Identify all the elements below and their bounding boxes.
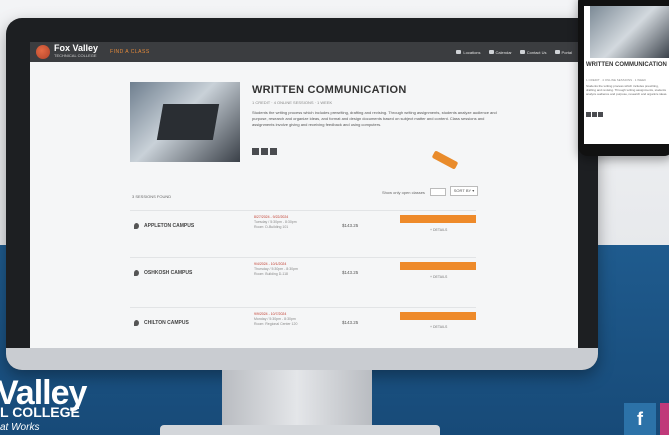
register-button[interactable] xyxy=(400,312,476,320)
monitor-chin xyxy=(6,348,598,370)
course-description: Students the writing process which inclu… xyxy=(252,110,497,127)
monitor-screen: Fox Valley TECHNICAL COLLEGE FIND A CLAS… xyxy=(30,42,578,364)
nav-item-portal[interactable]: Portal xyxy=(554,50,572,55)
location-icon xyxy=(456,50,462,54)
course-hero-image xyxy=(130,82,240,162)
phone-page-title: WRITTEN COMMUNICATION xyxy=(586,62,667,68)
details-link[interactable]: + DETAILS xyxy=(430,325,447,329)
logo-icon[interactable] xyxy=(36,45,50,59)
session-row: APPLETON CAMPUS 8/27/2024 - 9/22/2024 Tu… xyxy=(130,210,476,251)
register-button[interactable] xyxy=(400,262,476,270)
phone-course-description: Students the writing process which inclu… xyxy=(586,84,668,96)
map-pin-icon xyxy=(134,223,139,229)
page-title: WRITTEN COMMUNICATION xyxy=(252,84,407,96)
site-logo[interactable]: Fox Valley TECHNICAL COLLEGE xyxy=(54,44,98,60)
session-details: 9/4/2024 - 10/1/2024 Thursday / 5:30pm -… xyxy=(254,262,298,276)
nav-item-locations[interactable]: Locations xyxy=(456,50,481,55)
twitter-share-icon[interactable] xyxy=(592,112,597,117)
details-link[interactable]: + DETAILS xyxy=(430,275,447,279)
twitter-share-icon[interactable] xyxy=(261,148,268,155)
session-details: 9/9/2024 - 10/7/2024 Monday / 5:30pm - 8… xyxy=(254,312,298,326)
brand-tagline: at Works xyxy=(0,422,40,433)
phone-screen: WRITTEN COMMUNICATION 1 CREDIT · 4 ONLIN… xyxy=(584,6,669,144)
top-nav: Locations Calendar Contact Us Portal xyxy=(456,50,572,55)
instagram-icon[interactable] xyxy=(660,403,669,435)
session-details: 8/27/2024 - 9/22/2024 Tuesday / 5:30pm -… xyxy=(254,215,297,229)
sort-select[interactable]: SORT BY ▾ xyxy=(450,186,478,196)
calendar-icon xyxy=(488,50,494,54)
facebook-icon[interactable]: f xyxy=(624,403,656,435)
monitor-stand-base xyxy=(160,425,440,435)
session-location: CHILTON CAMPUS xyxy=(144,320,189,326)
monitor-frame: Fox Valley TECHNICAL COLLEGE FIND A CLAS… xyxy=(6,18,598,370)
brand-college: L COLLEGE xyxy=(0,404,80,420)
site-header: Fox Valley TECHNICAL COLLEGE FIND A CLAS… xyxy=(30,42,578,62)
phone-course-image xyxy=(590,6,669,58)
email-share-icon[interactable] xyxy=(598,112,603,117)
nav-item-contact[interactable]: Contact Us xyxy=(519,50,547,55)
share-buttons xyxy=(252,148,277,155)
map-pin-icon xyxy=(134,320,139,326)
facebook-share-icon[interactable] xyxy=(586,112,591,117)
phone-icon xyxy=(519,50,525,54)
session-cost: $143.25 xyxy=(342,320,359,325)
session-cost: $143.25 xyxy=(342,223,359,228)
phone-share-buttons xyxy=(586,112,603,117)
filter-label: Show only open classes xyxy=(382,190,425,195)
nav-item-calendar[interactable]: Calendar xyxy=(488,50,512,55)
details-link[interactable]: + DETAILS xyxy=(430,228,447,232)
email-share-icon[interactable] xyxy=(270,148,277,155)
session-location: OSHKOSH CAMPUS xyxy=(144,270,193,276)
session-location: APPLETON CAMPUS xyxy=(144,223,195,229)
session-row: CHILTON CAMPUS 9/9/2024 - 10/7/2024 Mond… xyxy=(130,307,476,348)
session-row: OSHKOSH CAMPUS 9/4/2024 - 10/1/2024 Thur… xyxy=(130,257,476,298)
phone-course-meta: 1 CREDIT · 4 ONLINE SESSIONS · 1 WEEK xyxy=(586,78,647,82)
session-cost: $143.25 xyxy=(342,270,359,275)
register-button[interactable] xyxy=(400,215,476,223)
phone-frame: WRITTEN COMMUNICATION 1 CREDIT · 4 ONLIN… xyxy=(578,0,669,156)
filter-toggle[interactable] xyxy=(430,188,446,196)
facebook-share-icon[interactable] xyxy=(252,148,259,155)
course-meta: 1 CREDIT · 4 ONLINE SESSIONS · 1 WEEK xyxy=(252,100,333,105)
breadcrumb[interactable]: FIND A CLASS xyxy=(110,49,150,55)
user-icon xyxy=(554,50,560,54)
results-count: 3 SESSIONS FOUND xyxy=(132,194,172,199)
map-pin-icon xyxy=(134,270,139,276)
